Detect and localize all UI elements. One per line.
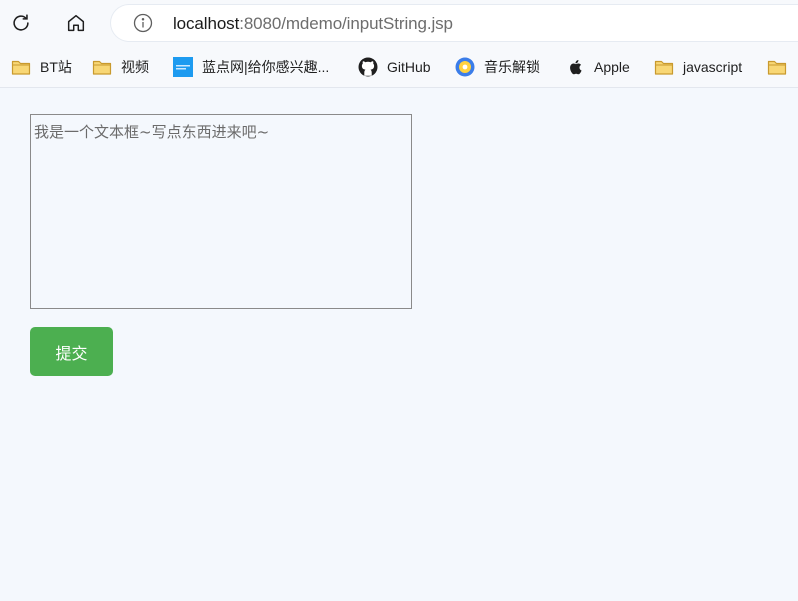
home-icon xyxy=(67,14,85,32)
reload-icon xyxy=(13,14,29,31)
submit-button[interactable]: 提交 xyxy=(30,327,113,376)
bookmark-label: 蓝点网|给你感兴趣... xyxy=(202,59,330,75)
home-button[interactable] xyxy=(60,7,92,39)
url-path: :8080/mdemo/inputString.jsp xyxy=(239,14,453,33)
github-icon xyxy=(358,57,378,77)
apple-icon xyxy=(565,57,585,77)
folder-icon xyxy=(92,57,112,77)
folder-icon xyxy=(767,57,787,77)
bookmark-label: javascript xyxy=(683,59,743,75)
info-icon[interactable] xyxy=(133,13,153,33)
site-favicon xyxy=(173,57,193,77)
browser-toolbar: localhost:8080/mdemo/inputString.jsp xyxy=(0,0,798,46)
bookmark-label: BT站 xyxy=(40,59,72,75)
url-text[interactable]: localhost:8080/mdemo/inputString.jsp xyxy=(173,14,453,34)
folder-icon xyxy=(11,57,31,77)
music-unlock-icon xyxy=(455,57,475,77)
bookmark-video[interactable]: 视频 xyxy=(92,46,149,87)
bookmark-label: GitHub xyxy=(387,59,431,75)
reload-button[interactable] xyxy=(5,7,37,39)
bookmark-javascript[interactable]: javascript xyxy=(654,46,743,87)
text-input-area[interactable] xyxy=(30,114,412,309)
bookmark-bt[interactable]: BT站 xyxy=(11,46,72,87)
bookmark-github[interactable]: GitHub xyxy=(358,46,431,87)
page-content: 提交 xyxy=(0,88,798,601)
url-host: localhost xyxy=(173,14,240,33)
bookmarks-bar: BT站 视频 蓝点网|给你感兴趣... GitHub 音乐解锁 Apple ja… xyxy=(0,46,798,88)
bookmark-label: 音乐解锁 xyxy=(484,59,540,75)
bookmark-landian[interactable]: 蓝点网|给你感兴趣... xyxy=(173,46,330,87)
folder-icon xyxy=(654,57,674,77)
bookmark-apple[interactable]: Apple xyxy=(565,46,630,87)
address-bar[interactable]: localhost:8080/mdemo/inputString.jsp xyxy=(110,4,798,42)
bookmark-label: Apple xyxy=(594,59,630,75)
bookmark-music-unlock[interactable]: 音乐解锁 xyxy=(455,46,540,87)
bookmark-folder-overflow[interactable] xyxy=(767,46,787,87)
bookmark-label: 视频 xyxy=(121,59,149,75)
